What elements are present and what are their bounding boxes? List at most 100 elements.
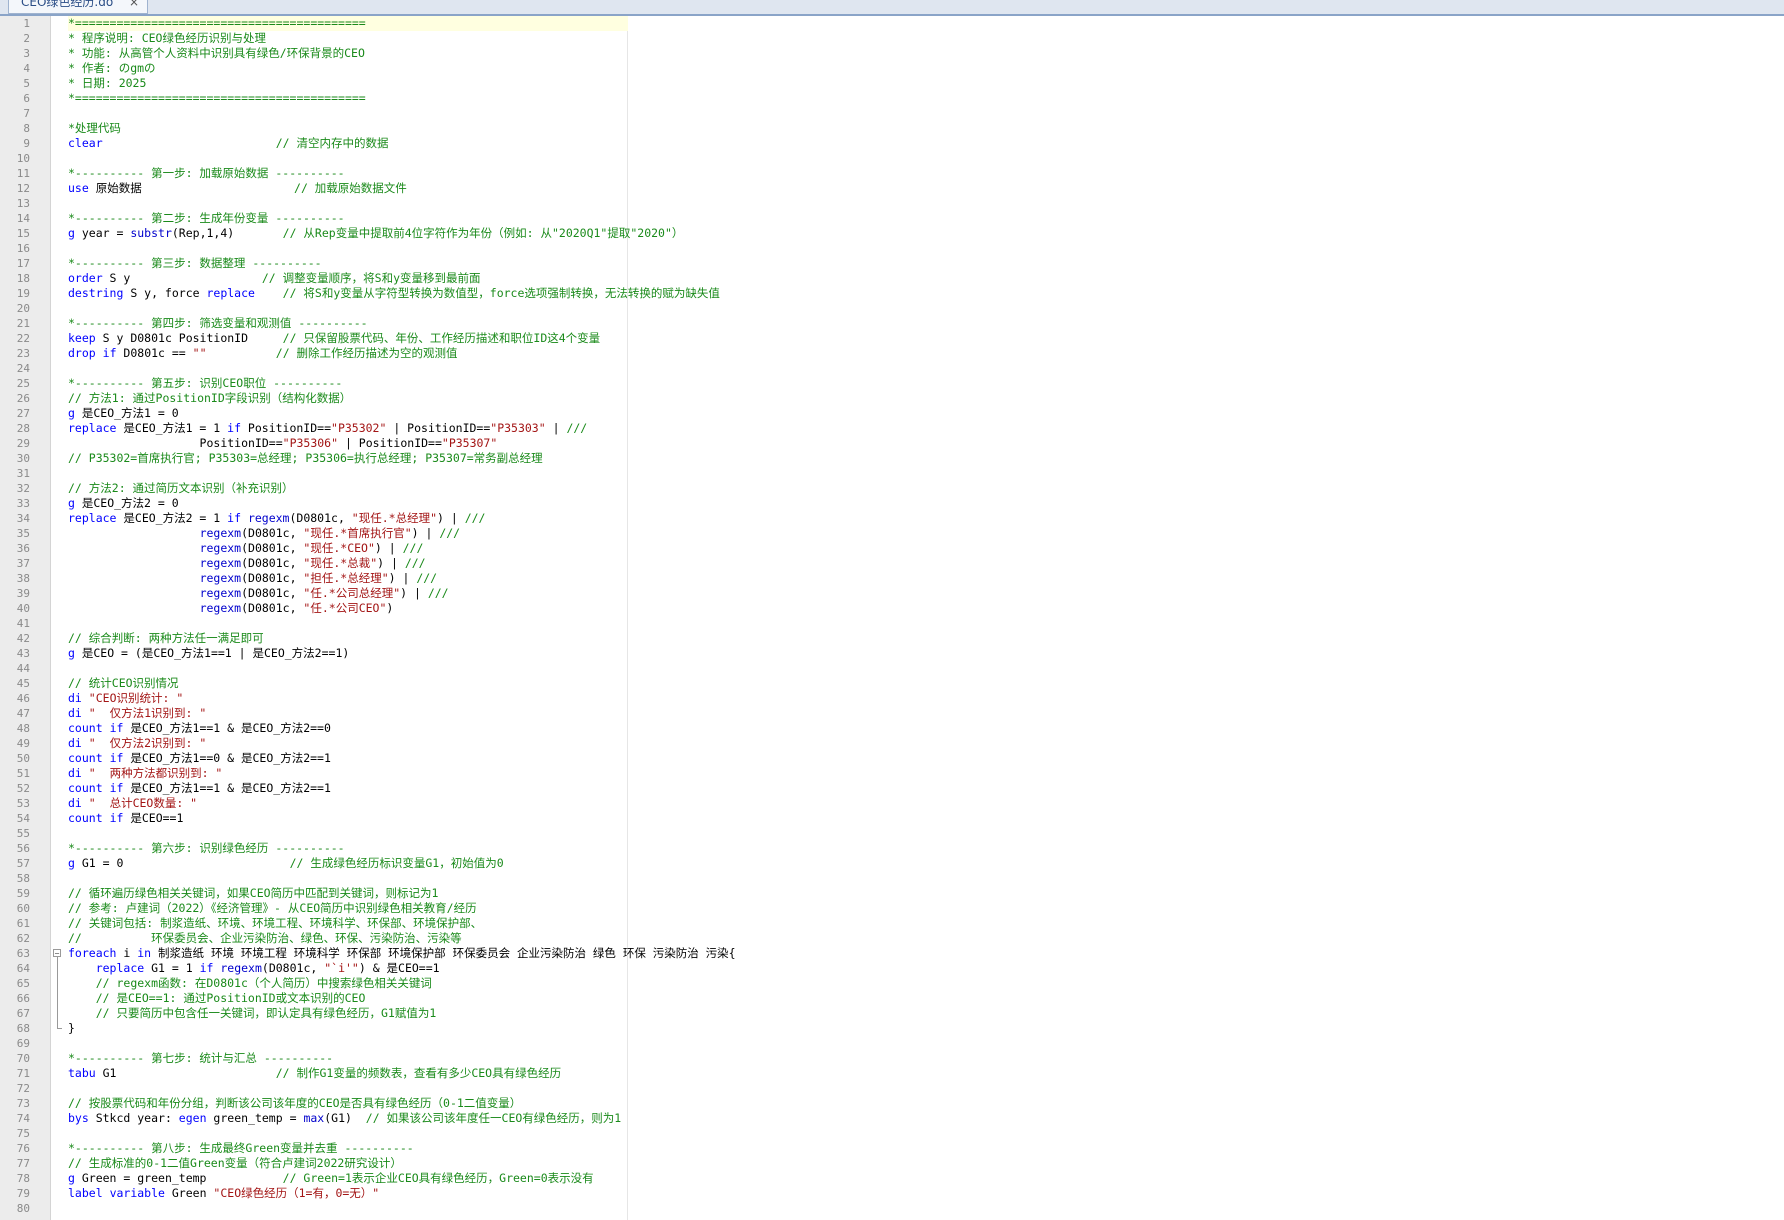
code-line[interactable]: replace 是CEO_方法1 = 1 if PositionID=="P35…: [68, 421, 587, 436]
code-line[interactable]: // 按股票代码和年份分组，判断该公司该年度的CEO是否具有绿色经历（0-1二值…: [68, 1096, 521, 1111]
code-token: // 如果该公司该年度任一CEO有绿色经历，则为1: [365, 1111, 622, 1125]
code-line[interactable]: drop if D0801c == "" // 删除工作经历描述为空的观测值: [68, 346, 458, 361]
code-line[interactable]: regexm(D0801c, "担任.*总经理") | ///: [68, 571, 438, 586]
code-line[interactable]: regexm(D0801c, "现任.*CEO") | ///: [68, 541, 424, 556]
code-token: "P35302": [331, 421, 387, 435]
line-number: 7: [23, 107, 30, 120]
line-number: 51: [16, 767, 30, 780]
code-line[interactable]: *---------- 第四步: 筛选变量和观测值 ----------: [68, 316, 368, 331]
code-line[interactable]: keep S y D0801c PositionID // 只保留股票代码、年份…: [68, 331, 600, 346]
code-line[interactable]: replace G1 = 1 if regexm(D0801c, "`i'") …: [68, 961, 440, 976]
code-editor[interactable]: 1 *======================================…: [0, 16, 1784, 1220]
code-token: if: [199, 961, 214, 975]
code-line[interactable]: *---------- 第六步: 识别绿色经历 ----------: [68, 841, 345, 856]
code-line[interactable]: // 生成标准的0-1二值Green变量（符合卢建词2022研究设计）: [68, 1156, 402, 1171]
code-line[interactable]: // P35302=首席执行官; P35303=总经理; P35306=执行总经…: [68, 451, 543, 466]
code-line[interactable]: count if 是CEO_方法1==1 & 是CEO_方法2==0: [68, 721, 331, 736]
code-token: di: [68, 766, 82, 780]
code-line[interactable]: * 作者: のgmの: [68, 61, 156, 76]
code-line[interactable]: order S y // 调整变量顺序，将S和y变量移到最前面: [68, 271, 481, 286]
code-line[interactable]: PositionID=="P35306" | PositionID=="P353…: [68, 436, 498, 451]
code-line[interactable]: regexm(D0801c, "任.*公司CEO"): [68, 601, 394, 616]
code-line[interactable]: foreach i in 制浆造纸 环境 环境工程 环境科学 环保部 环境保护部…: [68, 946, 736, 961]
code-line[interactable]: di " 仅方法1识别到: ": [68, 706, 206, 721]
code-line[interactable]: // 综合判断: 两种方法任一满足即可: [68, 631, 264, 646]
code-token: " 总计CEO数量: ": [88, 796, 198, 810]
code-token: PositionID==: [68, 436, 283, 450]
code-line[interactable]: tabu G1 // 制作G1变量的频数表，查看有多少CEO具有绿色经历: [68, 1066, 561, 1081]
code-line[interactable]: *---------- 第二步: 生成年份变量 ----------: [68, 211, 345, 226]
code-token: regexm: [199, 556, 242, 570]
line-number: 23: [16, 347, 30, 360]
line-number: 56: [16, 842, 30, 855]
line-number: 9: [23, 137, 30, 150]
code-line[interactable]: use 原始数据 // 加载原始数据文件: [68, 181, 407, 196]
code-token: "任.*公司总经理": [303, 586, 401, 600]
code-token: * 程序说明: CEO绿色经历识别与处理: [68, 31, 266, 45]
code-line[interactable]: g year = substr(Rep,1,4) // 从Rep变量中提取前4位…: [68, 226, 683, 241]
code-line[interactable]: replace 是CEO_方法2 = 1 if regexm(D0801c, "…: [68, 511, 485, 526]
code-line[interactable]: // 是CEO==1: 通过PositionID或文本识别的CEO: [68, 991, 366, 1006]
code-line[interactable]: count if 是CEO==1: [68, 811, 183, 826]
code-token: PositionID==: [241, 421, 332, 435]
code-line[interactable]: // 只要简历中包含任一关键词，即认定具有绿色经历，G1赋值为1: [68, 1006, 437, 1021]
code-line[interactable]: // 参考: 卢建词（2022）《经济管理》- 从CEO简历中识别绿色相关教育/…: [68, 901, 477, 916]
code-token: // P35302=首席执行官; P35303=总经理; P35306=执行总经…: [68, 451, 543, 465]
code-line[interactable]: di " 总计CEO数量: ": [68, 796, 197, 811]
code-line[interactable]: * 程序说明: CEO绿色经历识别与处理: [68, 31, 266, 46]
code-token: *处理代码: [68, 121, 121, 135]
line-number: 45: [16, 677, 30, 690]
code-line[interactable]: *---------- 第三步: 数据整理 ----------: [68, 256, 322, 271]
code-line[interactable]: g 是CEO_方法1 = 0: [68, 406, 179, 421]
line-number: 31: [16, 467, 30, 480]
code-line[interactable]: regexm(D0801c, "任.*公司总经理") | ///: [68, 586, 449, 601]
code-line[interactable]: // 统计CEO识别情况: [68, 676, 179, 691]
code-line[interactable]: g 是CEO_方法2 = 0: [68, 496, 179, 511]
code-line[interactable]: regexm(D0801c, "现任.*首席执行官") | ///: [68, 526, 461, 541]
code-line[interactable]: destring S y, force replace // 将S和y变量从字符…: [68, 286, 720, 301]
code-line[interactable]: g Green = green_temp // Green=1表示企业CEO具有…: [68, 1171, 594, 1186]
line-number: 39: [16, 587, 30, 600]
code-line[interactable]: *---------- 第五步: 识别CEO职位 ----------: [68, 376, 342, 391]
code-line[interactable]: di " 两种方法都识别到: ": [68, 766, 222, 781]
code-line[interactable]: // 循环遍历绿色相关关键词，如果CEO简历中匹配到关键词，则标记为1: [68, 886, 438, 901]
code-line[interactable]: // 方法1: 通过PositionID字段识别（结构化数据）: [68, 391, 351, 406]
line-number: 15: [16, 227, 30, 240]
code-line[interactable]: di "CEO识别统计: ": [68, 691, 183, 706]
fold-toggle-icon[interactable]: −: [53, 949, 61, 958]
code-line[interactable]: regexm(D0801c, "现任.*总裁") | ///: [68, 556, 426, 571]
code-line[interactable]: // regexm函数: 在D0801c（个人简历）中搜索绿色相关关键词: [68, 976, 432, 991]
code-line[interactable]: }: [68, 1021, 75, 1036]
code-line[interactable]: *=======================================…: [68, 16, 628, 31]
line-number: 65: [16, 977, 30, 990]
code-line[interactable]: bys Stkcd year: egen green_temp = max(G1…: [68, 1111, 621, 1126]
code-line[interactable]: * 功能: 从高管个人资料中识别具有绿色/环保背景的CEO: [68, 46, 365, 61]
code-token: G1 = 1: [144, 961, 200, 975]
tab-do-file[interactable]: CEO绿色经历.do ×: [8, 0, 148, 14]
code-line[interactable]: * 日期: 2025: [68, 76, 146, 91]
code-line[interactable]: *---------- 第七步: 统计与汇总 ----------: [68, 1051, 333, 1066]
code-line[interactable]: count if 是CEO_方法1==1 & 是CEO_方法2==1: [68, 781, 331, 796]
code-line[interactable]: g G1 = 0 // 生成绿色经历标识变量G1，初始值为0: [68, 856, 504, 871]
code-line[interactable]: *---------- 第八步: 生成最终Green变量并去重 --------…: [68, 1141, 414, 1156]
code-token: (D0801c,: [241, 541, 304, 555]
code-line[interactable]: di " 仅方法2识别到: ": [68, 736, 206, 751]
code-line[interactable]: *=======================================…: [68, 91, 366, 106]
line-number: 43: [16, 647, 30, 660]
code-line[interactable]: // 方法2: 通过简历文本识别（补充识别）: [68, 481, 294, 496]
code-line[interactable]: g 是CEO = (是CEO_方法1==1 | 是CEO_方法2==1): [68, 646, 349, 661]
code-line[interactable]: count if 是CEO_方法1==0 & 是CEO_方法2==1: [68, 751, 331, 766]
code-line[interactable]: clear // 清空内存中的数据: [68, 136, 389, 151]
line-number: 52: [16, 782, 30, 795]
code-line[interactable]: *---------- 第一步: 加载原始数据 ----------: [68, 166, 345, 181]
code-token: green_temp =: [206, 1111, 304, 1125]
code-line[interactable]: *处理代码: [68, 121, 121, 136]
code-token: if: [109, 751, 124, 765]
close-icon[interactable]: ×: [129, 0, 139, 10]
code-line[interactable]: // 环保委员会、企业污染防治、绿色、环保、污染防治、污染等: [68, 931, 462, 946]
code-line[interactable]: // 关键词包括: 制浆造纸、环境、环境工程、环境科学、环保部、环境保护部、: [68, 916, 482, 931]
code-line[interactable]: label variable Green "CEO绿色经历（1=有，0=无）": [68, 1186, 379, 1201]
line-number: 10: [16, 152, 30, 165]
line-number: 53: [16, 797, 30, 810]
